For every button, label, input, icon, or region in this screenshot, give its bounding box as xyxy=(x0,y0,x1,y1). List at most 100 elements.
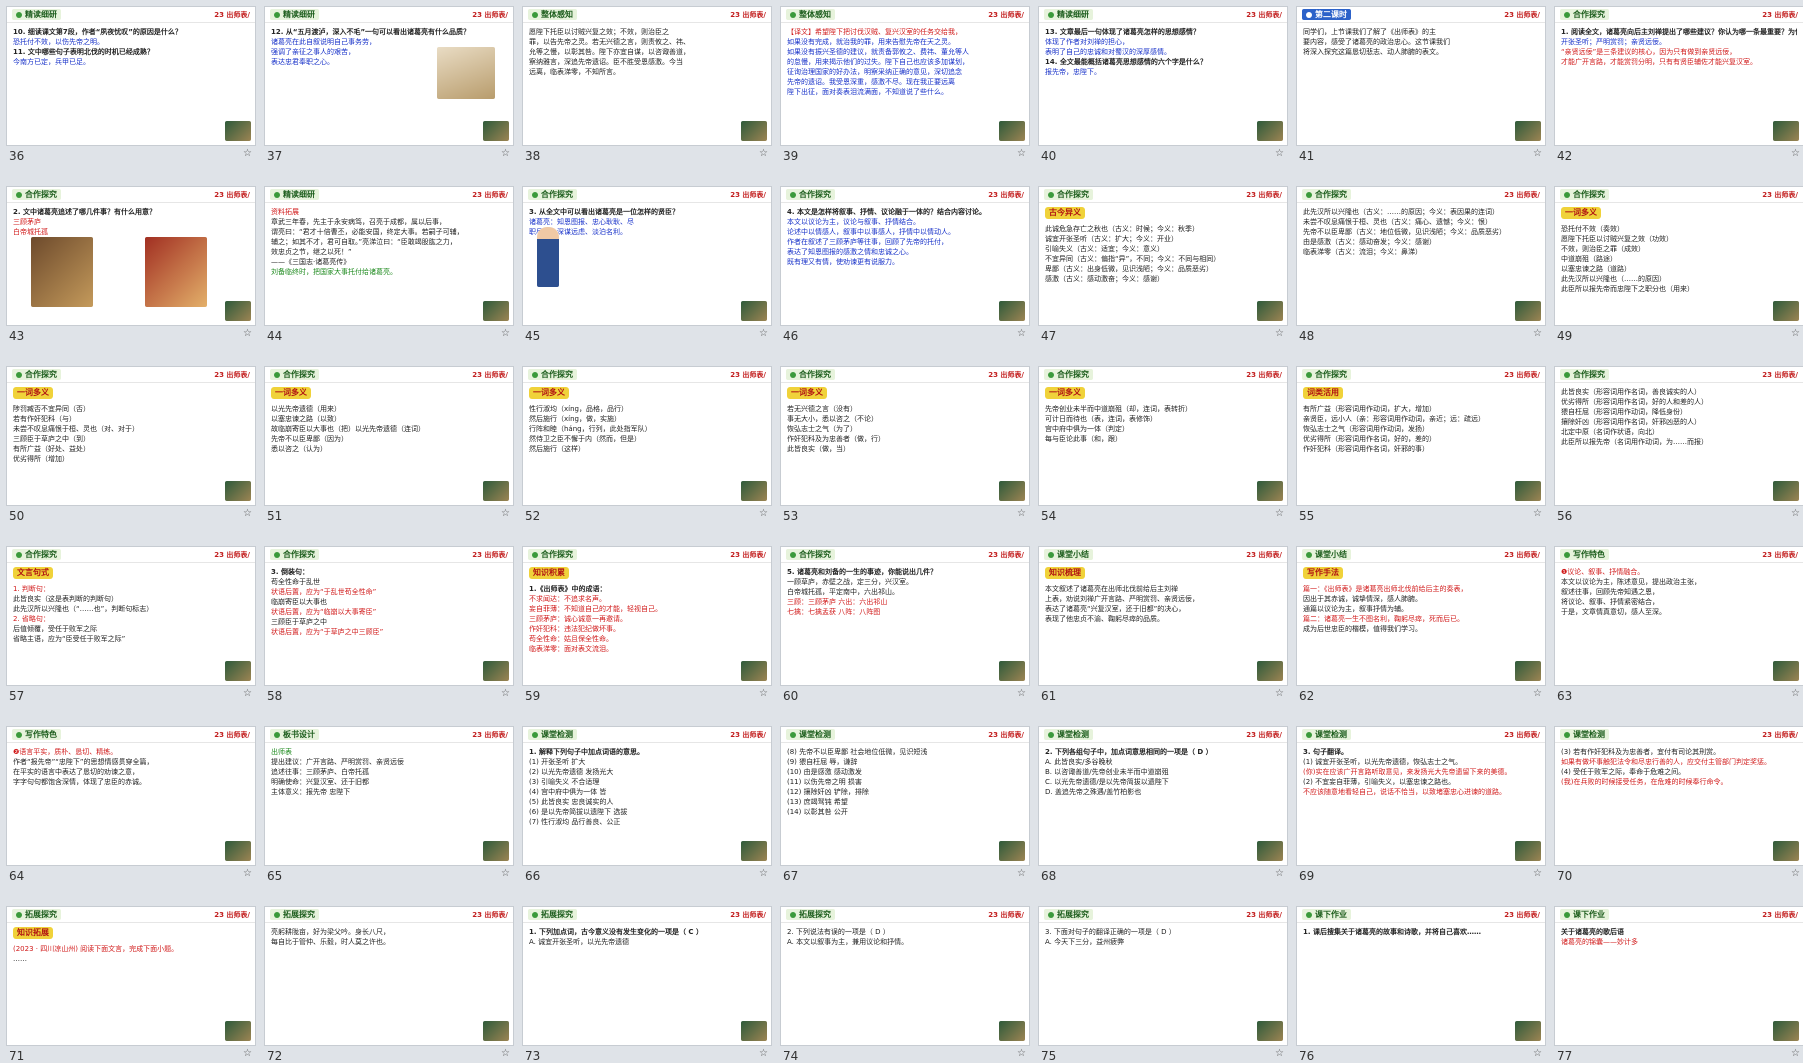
slide-thumbnail-cell[interactable]: 合作探究 23 出师表/4. 本文是怎样将叙事、抒情、议论融于一体的？结合内容讨论… xyxy=(780,186,1030,343)
star-icon[interactable]: ☆ xyxy=(1791,328,1800,339)
star-icon[interactable]: ☆ xyxy=(501,868,510,879)
slide-thumbnail-cell[interactable]: 合作探究 23 出师表/3. 倒装句： 苟全性命于乱世 状语后置，应为“于乱世苟全性命… xyxy=(264,546,514,703)
slide-thumbnail[interactable]: 合作探究 23 出师表/3. 倒装句： 苟全性命于乱世 状语后置，应为“于乱世苟全性命… xyxy=(264,546,514,686)
slide-thumbnail-cell[interactable]: 拓展探究 23 出师表/知识拓展 (2023 · 四川凉山州) 阅读下面文言，完成下… xyxy=(6,906,256,1063)
slide-thumbnail-cell[interactable]: 合作探究 23 出师表/此皆良实（形容词用作名词，善良诚实的人） 优劣得所（形容词用… xyxy=(1554,366,1803,523)
star-icon[interactable]: ☆ xyxy=(243,328,252,339)
star-icon[interactable]: ☆ xyxy=(1791,688,1800,699)
slide-thumbnail-cell[interactable]: 板书设计 23 出师表/出师表 提出建议：广开言路、严明赏罚、亲贤远佞 追述往事：三顾… xyxy=(264,726,514,883)
slide-thumbnail[interactable]: 课堂小结 23 出师表/写作手法 篇一：《出师表》是诸葛亮出师北伐前给后主的奏表， 因… xyxy=(1296,546,1546,686)
slide-thumbnail-cell[interactable]: 课堂小结 23 出师表/知识梳理 本文叙述了诸葛亮在出师北伐前给后主刘禅 上表，劝说刘… xyxy=(1038,546,1288,703)
star-icon[interactable]: ☆ xyxy=(1533,868,1542,879)
star-icon[interactable]: ☆ xyxy=(243,1048,252,1059)
star-icon[interactable]: ☆ xyxy=(1017,508,1026,519)
slide-thumbnail-cell[interactable]: 合作探究 23 出师表/一词多义 若无兴德之言（没有） 事无大小，悉以咨之（不论） 恢弘… xyxy=(780,366,1030,523)
slide-thumbnail[interactable]: 合作探究 23 出师表/1. 阅读全文，诸葛亮向后主刘禅提出了哪些建议？你认为哪一… xyxy=(1554,6,1803,146)
slide-thumbnail-cell[interactable]: 合作探究 23 出师表/此先汉所以兴隆也（古义：……的原因；今义：表因果的连词） 未… xyxy=(1296,186,1546,343)
slide-thumbnail[interactable]: 合作探究 23 出师表/文言句式 1. 判断句： 此皆良实（这是表判断的判断句） 此先汉… xyxy=(6,546,256,686)
slide-thumbnail-cell[interactable]: 课堂检测 23 出师表/ (3) 若有作奸犯科及为忠善者，宜付有司论其刑赏。 如果有做… xyxy=(1554,726,1803,883)
star-icon[interactable]: ☆ xyxy=(759,148,768,159)
slide-thumbnail[interactable]: 合作探究 23 出师表/此先汉所以兴隆也（古义：……的原因；今义：表因果的连词） 未… xyxy=(1296,186,1546,326)
star-icon[interactable]: ☆ xyxy=(243,868,252,879)
star-icon[interactable]: ☆ xyxy=(759,868,768,879)
slide-thumbnail[interactable]: 课堂小结 23 出师表/知识梳理 本文叙述了诸葛亮在出师北伐前给后主刘禅 上表，劝说刘… xyxy=(1038,546,1288,686)
slide-thumbnail[interactable]: 第二课时 23 出师表/同学们，上节课我们了解了《出师表》的主 要内容，感受了诸葛亮… xyxy=(1296,6,1546,146)
slide-thumbnail-cell[interactable]: 拓展探究 23 出师表/亮躬耕陇亩，好为梁父吟。身长八尺， 每自比于管仲、乐毅，时人… xyxy=(264,906,514,1063)
star-icon[interactable]: ☆ xyxy=(243,688,252,699)
slide-thumbnail[interactable]: 合作探究 23 出师表/5. 诸葛亮和刘备的一生的事迹，你能说出几件？ 一顾草庐，赤… xyxy=(780,546,1030,686)
star-icon[interactable]: ☆ xyxy=(1791,1048,1800,1059)
star-icon[interactable]: ☆ xyxy=(1533,688,1542,699)
slide-thumbnail-cell[interactable]: 合作探究 23 出师表/一词多义 性行淑均（xíng，品格，品行） 然后施行（xíng… xyxy=(522,366,772,523)
slide-thumbnail-cell[interactable]: 拓展探究 23 出师表/1. 下列加点词，古今意义没有发生变化的一项是（ C ） A… xyxy=(522,906,772,1063)
slide-thumbnail-cell[interactable]: 合作探究 23 出师表/5. 诸葛亮和刘备的一生的事迹，你能说出几件？ 一顾草庐，赤… xyxy=(780,546,1030,703)
slide-thumbnail[interactable]: 精读细研 23 出师表/13. 文章最后一句体现了诸葛亮怎样的思想感情？ 体现了作者… xyxy=(1038,6,1288,146)
slide-thumbnail-cell[interactable]: 整体感知 23 出师表/愿陛下托臣以讨贼兴复之效；不效，则治臣之 罪，以告先帝之灵。… xyxy=(522,6,772,163)
slide-thumbnail[interactable]: 课堂检测 23 出师表/ (3) 若有作奸犯科及为忠善者，宜付有司论其刑赏。 如果有做… xyxy=(1554,726,1803,866)
slide-thumbnail[interactable]: 精读细研 23 出师表/资料拓展 章武三年春，先主于永安病笃，召亮于成都，属以后事，… xyxy=(264,186,514,326)
slide-thumbnail[interactable]: 拓展探究 23 出师表/2. 下列说法有误的一项是（ D ） A. 本文以叙事为主，… xyxy=(780,906,1030,1046)
slide-thumbnail-cell[interactable]: 合作探究 23 出师表/古今异义 此诚危急存亡之秋也（古义：时候；今义：秋季） 诚宜开… xyxy=(1038,186,1288,343)
star-icon[interactable]: ☆ xyxy=(1017,688,1026,699)
slide-thumbnail-cell[interactable]: 精读细研 23 出师表/13. 文章最后一句体现了诸葛亮怎样的思想感情？ 体现了作者… xyxy=(1038,6,1288,163)
slide-thumbnail[interactable]: 合作探究 23 出师表/一词多义 恐托付不效（奏效） 愿陛下托臣以讨贼兴复之效（功效）… xyxy=(1554,186,1803,326)
slide-thumbnail[interactable]: 写作特色 23 出师表/❶议论、叙事、抒情融合。 本文以议论为主，陈述意见，提出政治… xyxy=(1554,546,1803,686)
star-icon[interactable]: ☆ xyxy=(759,328,768,339)
star-icon[interactable]: ☆ xyxy=(1275,1048,1284,1059)
slide-thumbnail[interactable]: 合作探究 23 出师表/一词多义 以光先帝遗德（用来） 以塞忠谏之路（以致） 故临崩寄臣… xyxy=(264,366,514,506)
slide-thumbnail[interactable]: 合作探究 23 出师表/一词多义 先帝创业未半而中道崩殂（却，连词，表转折） 可计日而… xyxy=(1038,366,1288,506)
slide-thumbnail-cell[interactable]: 精读细研 23 出师表/12. 从“五月渡泸，深入不毛”一句可以看出诸葛亮有什么品… xyxy=(264,6,514,163)
star-icon[interactable]: ☆ xyxy=(759,688,768,699)
star-icon[interactable]: ☆ xyxy=(1017,148,1026,159)
star-icon[interactable]: ☆ xyxy=(1533,1048,1542,1059)
slide-thumbnail[interactable]: 合作探究 23 出师表/4. 本文是怎样将叙事、抒情、议论融于一体的？结合内容讨论… xyxy=(780,186,1030,326)
slide-thumbnail[interactable]: 合作探究 23 出师表/一词多义 若无兴德之言（没有） 事无大小，悉以咨之（不论） 恢弘… xyxy=(780,366,1030,506)
star-icon[interactable]: ☆ xyxy=(501,148,510,159)
slide-thumbnail-cell[interactable]: 写作特色 23 出师表/❷语言平实，质朴、恳切、精练。 作者“报先帝”“忠陛下”的思… xyxy=(6,726,256,883)
slide-thumbnail[interactable]: 板书设计 23 出师表/出师表 提出建议：广开言路、严明赏罚、亲贤远佞 追述往事：三顾… xyxy=(264,726,514,866)
slide-thumbnail[interactable]: 整体感知 23 出师表/愿陛下托臣以讨贼兴复之效；不效，则治臣之 罪，以告先帝之灵。… xyxy=(522,6,772,146)
slide-thumbnail-cell[interactable]: 课堂小结 23 出师表/写作手法 篇一：《出师表》是诸葛亮出师北伐前给后主的奏表， 因… xyxy=(1296,546,1546,703)
slide-thumbnail-cell[interactable]: 合作探究 23 出师表/一词多义 先帝创业未半而中道崩殂（却，连词，表转折） 可计日而… xyxy=(1038,366,1288,523)
slide-thumbnail-cell[interactable]: 合作探究 23 出师表/1. 阅读全文，诸葛亮向后主刘禅提出了哪些建议？你认为哪一… xyxy=(1554,6,1803,163)
star-icon[interactable]: ☆ xyxy=(1017,1048,1026,1059)
slide-thumbnail[interactable]: 写作特色 23 出师表/❷语言平实，质朴、恳切、精练。 作者“报先帝”“忠陛下”的思… xyxy=(6,726,256,866)
star-icon[interactable]: ☆ xyxy=(501,508,510,519)
slide-thumbnail-cell[interactable]: 第二课时 23 出师表/同学们，上节课我们了解了《出师表》的主 要内容，感受了诸葛亮… xyxy=(1296,6,1546,163)
slide-thumbnail-cell[interactable]: 课堂检测 23 出师表/2. 下列各组句子中，加点词意思相同的一项是（ D ） A.… xyxy=(1038,726,1288,883)
slide-thumbnail[interactable]: 精读细研 23 出师表/12. 从“五月渡泸，深入不毛”一句可以看出诸葛亮有什么品… xyxy=(264,6,514,146)
star-icon[interactable]: ☆ xyxy=(1275,148,1284,159)
slide-thumbnail-cell[interactable]: 课堂检测 23 出师表/ (8) 先帝不以臣卑鄙 社会地位低微，见识短浅 (9) 猥自… xyxy=(780,726,1030,883)
slide-thumbnail-cell[interactable]: 整体感知 23 出师表/ 【译文】希望陛下把讨伐汉贼、复兴汉室的任务交给我， 如果没有… xyxy=(780,6,1030,163)
star-icon[interactable]: ☆ xyxy=(759,508,768,519)
slide-thumbnail[interactable]: 精读细研 23 出师表/10. 细读课文第7段，作者“夙夜忧叹”的原因是什么？ 恐托… xyxy=(6,6,256,146)
slide-thumbnail-cell[interactable]: 课堂检测 23 出师表/3. 句子翻译。 (1) 诚宜开张圣听，以光先帝遗德，恢弘志… xyxy=(1296,726,1546,883)
slide-thumbnail-cell[interactable]: 课下作业 23 出师表/1. 课后搜集关于诸葛亮的故事和诗歌，并将自己喜欢…… 76… xyxy=(1296,906,1546,1063)
slide-thumbnail[interactable]: 合作探究 23 出师表/此皆良实（形容词用作名词，善良诚实的人） 优劣得所（形容词用… xyxy=(1554,366,1803,506)
slide-thumbnail-cell[interactable]: 课堂检测 23 出师表/1. 解释下列句子中加点词语的意思。 (1) 开张圣听 扩大… xyxy=(522,726,772,883)
star-icon[interactable]: ☆ xyxy=(1791,148,1800,159)
slide-thumbnail-cell[interactable]: 合作探究 23 出师表/词类活用 有所广益（形容词用作动词，扩大，增加） 亲贤臣，远小… xyxy=(1296,366,1546,523)
slide-thumbnail-cell[interactable]: 合作探究 23 出师表/知识积累 1.《出师表》中的成语： 不求闻达：不追求名声。 妄自… xyxy=(522,546,772,703)
star-icon[interactable]: ☆ xyxy=(501,1048,510,1059)
slide-thumbnail[interactable]: 合作探究 23 出师表/知识积累 1.《出师表》中的成语： 不求闻达：不追求名声。 妄自… xyxy=(522,546,772,686)
slide-thumbnail[interactable]: 课堂检测 23 出师表/3. 句子翻译。 (1) 诚宜开张圣听，以光先帝遗德，恢弘志… xyxy=(1296,726,1546,866)
slide-thumbnail-cell[interactable]: 合作探究 23 出师表/2. 文中诸葛亮追述了哪几件事？有什么用意？ 三顾茅庐 白帝城… xyxy=(6,186,256,343)
star-icon[interactable]: ☆ xyxy=(1533,328,1542,339)
slide-thumbnail-cell[interactable]: 合作探究 23 出师表/3. 从全文中可以看出诸葛亮是一位怎样的贤臣？ 诸葛亮：知恩… xyxy=(522,186,772,343)
slide-thumbnail-cell[interactable]: 拓展探究 23 出师表/3. 下面对句子的翻译正确的一项是（ D ） A. 今天下三… xyxy=(1038,906,1288,1063)
slide-thumbnail[interactable]: 课堂检测 23 出师表/ (8) 先帝不以臣卑鄙 社会地位低微，见识短浅 (9) 猥自… xyxy=(780,726,1030,866)
slide-thumbnail[interactable]: 合作探究 23 出师表/3. 从全文中可以看出诸葛亮是一位怎样的贤臣？ 诸葛亮：知恩… xyxy=(522,186,772,326)
slide-thumbnail[interactable]: 合作探究 23 出师表/2. 文中诸葛亮追述了哪几件事？有什么用意？ 三顾茅庐 白帝城… xyxy=(6,186,256,326)
slide-thumbnail-cell[interactable]: 合作探究 23 出师表/一词多义 以光先帝遗德（用来） 以塞忠谏之路（以致） 故临崩寄臣… xyxy=(264,366,514,523)
slide-thumbnail-cell[interactable]: 合作探究 23 出师表/文言句式 1. 判断句： 此皆良实（这是表判断的判断句） 此先汉… xyxy=(6,546,256,703)
star-icon[interactable]: ☆ xyxy=(1533,148,1542,159)
slide-thumbnail-cell[interactable]: 写作特色 23 出师表/❶议论、叙事、抒情融合。 本文以议论为主，陈述意见，提出政治… xyxy=(1554,546,1803,703)
slide-thumbnail[interactable]: 拓展探究 23 出师表/亮躬耕陇亩，好为梁父吟。身长八尺， 每自比于管仲、乐毅，时人… xyxy=(264,906,514,1046)
slide-thumbnail-cell[interactable]: 精读细研 23 出师表/资料拓展 章武三年春，先主于永安病笃，召亮于成都，属以后事，… xyxy=(264,186,514,343)
slide-thumbnail-cell[interactable]: 精读细研 23 出师表/10. 细读课文第7段，作者“夙夜忧叹”的原因是什么？ 恐托… xyxy=(6,6,256,163)
slide-thumbnail-cell[interactable]: 课下作业 23 出师表/关于诸葛亮的歌后语 诸葛亮的锦囊——妙计多 77 ☆ xyxy=(1554,906,1803,1063)
star-icon[interactable]: ☆ xyxy=(501,688,510,699)
star-icon[interactable]: ☆ xyxy=(1275,688,1284,699)
star-icon[interactable]: ☆ xyxy=(1017,328,1026,339)
